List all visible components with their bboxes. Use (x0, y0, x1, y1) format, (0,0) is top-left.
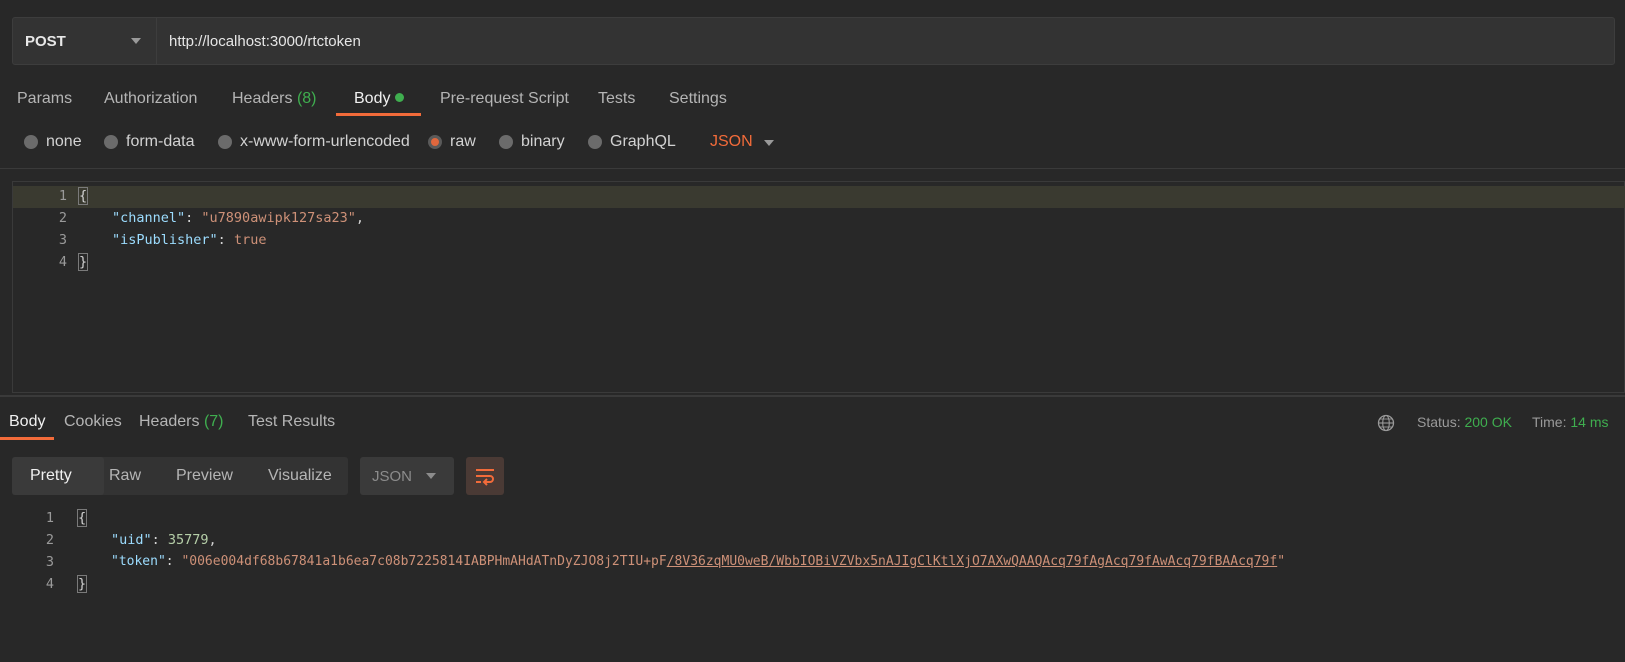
token-link[interactable]: /8V36zqMU0weB/WbbIOBiVZVbx5nAJIgClKtlXjO… (667, 554, 1277, 569)
tab-headers[interactable]: Headers (8) (232, 88, 317, 110)
radio-selected-icon (428, 135, 442, 149)
brace-close: } (76, 575, 88, 593)
method-select[interactable]: POST (13, 18, 157, 64)
radio-raw[interactable]: raw (428, 132, 476, 152)
line-number: 4 (45, 576, 54, 592)
wrap-lines-button[interactable] (466, 457, 504, 495)
tab-authorization[interactable]: Authorization (104, 88, 197, 110)
json-string: "u7890awipk127sa23" (201, 210, 356, 226)
radio-raw-label: raw (450, 133, 476, 150)
format-visualize[interactable]: Visualize (268, 457, 332, 495)
line-number: 2 (45, 532, 54, 548)
line-number: 1 (58, 188, 67, 204)
response-tab-cookies[interactable]: Cookies (64, 411, 122, 433)
chevron-down-icon (131, 38, 141, 44)
status-indicator[interactable]: Status: 200 OK (1417, 411, 1512, 433)
format-preview[interactable]: Preview (176, 457, 233, 495)
globe-icon[interactable] (1377, 414, 1395, 432)
response-body-viewer[interactable]: 1 2 3 4 { "uid": 35779, "token": "006e00… (0, 505, 1625, 615)
line-number: 4 (58, 254, 67, 270)
body-format-select[interactable]: JSON (710, 132, 753, 152)
line-number: 1 (45, 510, 54, 526)
tab-tests[interactable]: Tests (598, 88, 635, 110)
brace-open: { (77, 187, 89, 205)
radio-none[interactable]: none (24, 132, 82, 152)
time-label: Time: (1532, 414, 1567, 430)
time-indicator[interactable]: Time: 14 ms (1532, 411, 1609, 433)
radio-circle-icon (24, 135, 38, 149)
status-value: 200 OK (1464, 414, 1512, 430)
body-active-dot-icon (395, 93, 405, 102)
json-key: "channel" (112, 210, 186, 226)
brace-open: { (76, 509, 88, 527)
json-string: "006e004df68b67841a1b6ea7c08b7225814IABP… (181, 554, 667, 569)
json-string-end: " (1277, 554, 1286, 569)
radio-form-data-label: form-data (126, 133, 195, 150)
tab-params[interactable]: Params (17, 88, 72, 110)
response-headers-count: (7) (203, 413, 224, 430)
radio-graphql[interactable]: GraphQL (588, 132, 676, 152)
json-key: "token" (111, 554, 166, 569)
format-pretty[interactable]: Pretty (30, 457, 72, 495)
radio-form-data[interactable]: form-data (104, 132, 194, 152)
radio-graphql-label: GraphQL (610, 133, 676, 150)
radio-none-label: none (46, 133, 82, 150)
radio-circle-icon (104, 135, 118, 149)
response-tab-body[interactable]: Body (9, 411, 45, 433)
format-raw[interactable]: Raw (109, 457, 141, 495)
line-number: 2 (58, 210, 67, 226)
line-number: 3 (45, 554, 54, 570)
response-tab-test-results[interactable]: Test Results (248, 411, 335, 433)
tab-prerequest-script[interactable]: Pre-request Script (440, 88, 569, 110)
response-type-select[interactable]: JSON (360, 457, 454, 495)
radio-urlencoded[interactable]: x-www-form-urlencoded (218, 132, 410, 152)
radio-circle-icon (588, 135, 602, 149)
method-label: POST (25, 32, 66, 50)
time-value: 14 ms (1570, 414, 1609, 430)
url-input[interactable]: http://localhost:3000/rtctoken (169, 18, 361, 64)
active-tab-underline (336, 113, 421, 116)
divider (0, 168, 1625, 169)
json-number: 35779 (167, 532, 209, 548)
radio-circle-icon (499, 135, 513, 149)
radio-binary-label: binary (521, 133, 565, 150)
request-body-editor[interactable]: 1 2 3 4 { "channel": "u7890awipk127sa23"… (12, 181, 1625, 393)
response-tab-underline (0, 437, 54, 440)
headers-count: (8) (296, 90, 317, 107)
tab-headers-label: Headers (232, 90, 293, 107)
json-boolean: true (233, 232, 267, 248)
radio-circle-icon (218, 135, 232, 149)
chevron-down-icon (426, 473, 436, 479)
json-key: "isPublisher" (112, 232, 218, 248)
tab-body-label: Body (354, 90, 391, 107)
wrap-lines-icon (476, 469, 494, 486)
line-number: 3 (58, 232, 67, 248)
brace-close: } (77, 253, 89, 271)
status-label: Status: (1417, 414, 1461, 430)
current-line-highlight (13, 186, 1625, 208)
radio-urlencoded-label: x-www-form-urlencoded (240, 133, 410, 150)
response-tab-headers[interactable]: Headers (7) (139, 411, 224, 433)
json-key: "uid" (111, 532, 152, 548)
response-type-label: JSON (372, 467, 413, 485)
response-tab-headers-label: Headers (139, 413, 200, 430)
pane-resizer[interactable] (0, 395, 1625, 397)
tab-body[interactable]: Body (354, 88, 405, 110)
request-bar: POST http://localhost:3000/rtctoken (12, 17, 1615, 65)
radio-binary[interactable]: binary (499, 132, 565, 152)
chevron-down-icon[interactable] (764, 140, 774, 146)
tab-settings[interactable]: Settings (669, 88, 727, 110)
